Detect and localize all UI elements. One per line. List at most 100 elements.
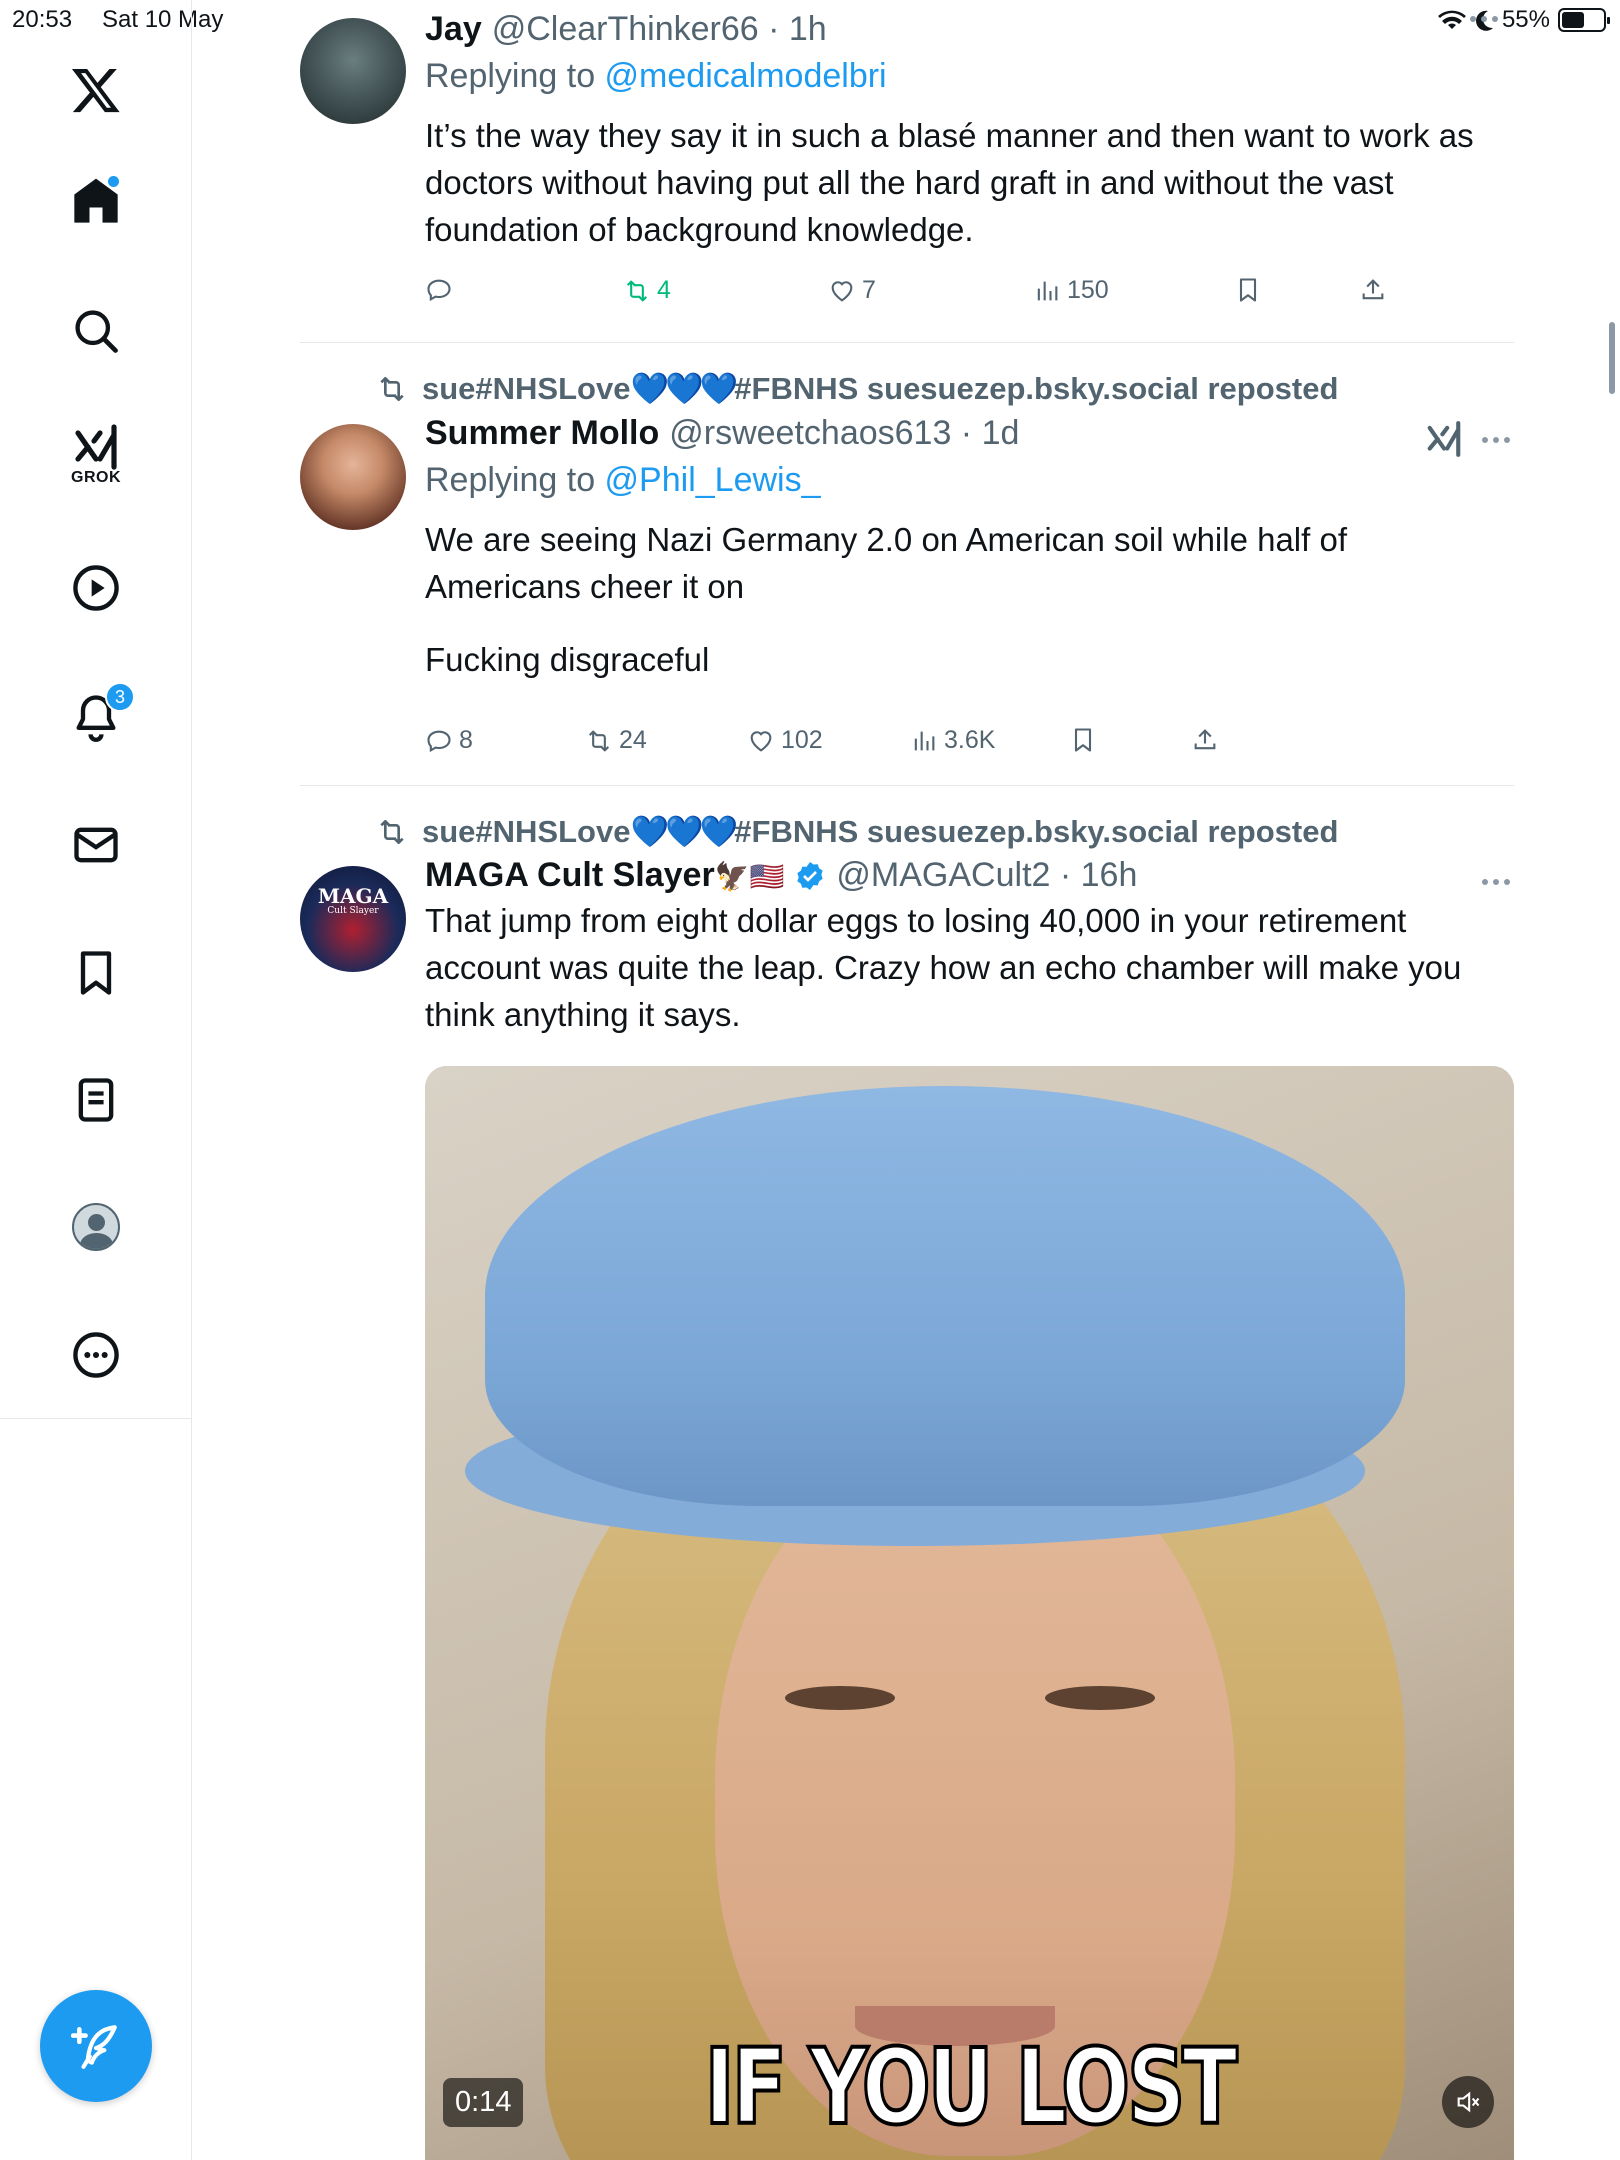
- search-icon: [75, 310, 118, 353]
- tweet-header: MAGA Cult Slayer🦅🇺🇸 @MAGACult2 · 16h: [425, 856, 1515, 895]
- repost-button[interactable]: 4: [623, 276, 671, 305]
- compose-button[interactable]: [40, 1990, 152, 2102]
- more-options-icon[interactable]: [1482, 879, 1620, 885]
- repost-icon: [626, 280, 648, 301]
- tweet-actions: 8 24 102 3.6K: [425, 726, 1425, 766]
- tweet-text: It’s the way they say it in such a blasé…: [425, 117, 1474, 248]
- bookmark-button[interactable]: [1234, 276, 1262, 304]
- views-button[interactable]: 150: [1033, 276, 1109, 305]
- author-handle[interactable]: @rsweetchaos613 · 1d: [669, 414, 1019, 453]
- tweet-content: Jay @ClearThinker66 · 1h Replying to @me…: [425, 10, 1515, 253]
- play-circle-icon: [73, 565, 119, 611]
- repost-icon: [380, 819, 404, 844]
- scrollbar-thumb[interactable]: [1609, 322, 1615, 394]
- like-count: 7: [862, 276, 876, 304]
- reply-button[interactable]: [425, 276, 459, 304]
- avatar-text: MAGA: [317, 884, 389, 908]
- avatar[interactable]: MAGA Cult Slayer: [300, 866, 406, 972]
- bookmark-button[interactable]: [1069, 726, 1097, 754]
- author-name[interactable]: MAGA Cult Slayer🦅🇺🇸: [425, 856, 784, 895]
- bookmark-icon: [80, 951, 112, 995]
- name-emoji: 🦅🇺🇸: [714, 861, 785, 892]
- notification-badge: 3: [105, 682, 135, 712]
- sidebar-item-profile[interactable]: [61, 1192, 131, 1262]
- bookmark-icon: [1074, 728, 1092, 752]
- feather-plus-icon: [71, 2025, 117, 2069]
- repost-icon: [380, 376, 404, 401]
- sidebar-item-home[interactable]: [61, 166, 131, 236]
- grok-icon: [75, 424, 117, 470]
- sidebar-item-notifications[interactable]: 3: [61, 682, 135, 752]
- share-icon: [1194, 729, 1216, 750]
- like-count: 102: [781, 726, 823, 754]
- reply-icon: [427, 279, 451, 302]
- replying-to: Replying to @medicalmodelbri: [425, 57, 887, 95]
- repost-button[interactable]: 24: [585, 726, 647, 755]
- tweet-content: Summer Mollo @rsweetchaos613 · 1d Replyi…: [425, 414, 1515, 683]
- tweet-header: Summer Mollo @rsweetchaos613 · 1d: [425, 414, 1515, 453]
- x-logo-icon[interactable]: [61, 55, 131, 125]
- author-name[interactable]: Summer Mollo: [425, 414, 659, 453]
- repost-context[interactable]: sue#NHSLove💙💙💙#FBNHS suesuezep.bsky.soci…: [376, 813, 1338, 850]
- avatar[interactable]: [300, 18, 406, 124]
- like-button[interactable]: 102: [747, 726, 823, 755]
- analytics-icon: [914, 731, 935, 750]
- profile-avatar: [72, 1203, 120, 1251]
- tweet-content: MAGA Cult Slayer🦅🇺🇸 @MAGACult2 · 16h Tha…: [425, 856, 1515, 1038]
- video-player[interactable]: IF YOU LOST 0:14: [425, 1066, 1514, 2160]
- views-button[interactable]: 3.6K: [910, 726, 995, 755]
- reply-button[interactable]: 8: [425, 726, 473, 755]
- like-button[interactable]: 7: [828, 276, 876, 305]
- mail-icon: [74, 827, 118, 863]
- repost-context[interactable]: sue#NHSLove💙💙💙#FBNHS suesuezep.bsky.soci…: [376, 370, 1338, 407]
- sidebar-item-search[interactable]: [61, 296, 131, 366]
- author-name[interactable]: Jay: [425, 10, 482, 49]
- author-handle[interactable]: @MAGACult2 · 16h: [836, 856, 1137, 895]
- sidebar-item-video[interactable]: [61, 553, 131, 623]
- avatar-subtext: Cult Slayer: [327, 906, 379, 916]
- more-options-icon[interactable]: [1470, 16, 1620, 22]
- home-unread-dot: [108, 176, 119, 187]
- list-icon: [78, 1078, 114, 1122]
- reply-mention-link[interactable]: @medicalmodelbri: [605, 57, 887, 95]
- repost-count: 24: [619, 726, 647, 754]
- view-count: 3.6K: [944, 726, 996, 754]
- analytics-icon: [1037, 281, 1058, 300]
- reply-icon: [427, 730, 451, 752]
- avatar[interactable]: [300, 424, 406, 530]
- repost-count: 4: [657, 276, 671, 304]
- tweet-text-line2: Fucking disgraceful: [425, 641, 710, 678]
- share-button[interactable]: [1191, 726, 1219, 754]
- tweet-actions: 4 7 150: [425, 276, 1425, 316]
- replying-to: Replying to @Phil_Lewis_: [425, 461, 821, 499]
- reply-mention-link[interactable]: @Phil_Lewis_: [605, 461, 821, 499]
- tweet-text: That jump from eight dollar eggs to losi…: [425, 902, 1462, 1033]
- view-count: 150: [1067, 276, 1109, 304]
- sidebar-item-grok[interactable]: GROK: [61, 420, 131, 490]
- blue-hearts: 💙💙💙: [630, 371, 738, 406]
- more-circle-icon: [73, 1332, 119, 1378]
- video-duration: 0:14: [443, 2078, 524, 2127]
- tweet-divider: [300, 785, 1514, 786]
- author-handle[interactable]: @ClearThinker66 · 1h: [492, 10, 827, 49]
- grok-label: GROK: [71, 469, 121, 486]
- mute-button[interactable]: [1442, 2076, 1494, 2128]
- sidebar-divider: [0, 1418, 192, 1419]
- heart-icon: [831, 280, 853, 302]
- sidebar-item-bookmarks[interactable]: [61, 938, 131, 1008]
- tweet-header: Jay @ClearThinker66 · 1h: [425, 10, 1515, 49]
- tweet-divider: [300, 342, 1514, 343]
- more-options-icon[interactable]: [1482, 437, 1620, 443]
- speaker-muted-icon: [1457, 2091, 1480, 2113]
- sidebar-item-more[interactable]: [61, 1320, 131, 1390]
- tweet-text: We are seeing Nazi Germany 2.0 on Americ…: [425, 521, 1348, 605]
- share-button[interactable]: [1359, 276, 1387, 304]
- sidebar-item-messages[interactable]: [61, 810, 131, 880]
- share-icon: [1362, 279, 1384, 300]
- reply-count: 8: [459, 726, 473, 754]
- heart-icon: [750, 730, 772, 752]
- sidebar-item-lists[interactable]: [61, 1065, 131, 1135]
- video-caption: IF YOU LOST: [703, 2024, 1239, 2150]
- blue-hearts: 💙💙💙: [630, 814, 738, 849]
- grok-icon[interactable]: [1425, 420, 1463, 458]
